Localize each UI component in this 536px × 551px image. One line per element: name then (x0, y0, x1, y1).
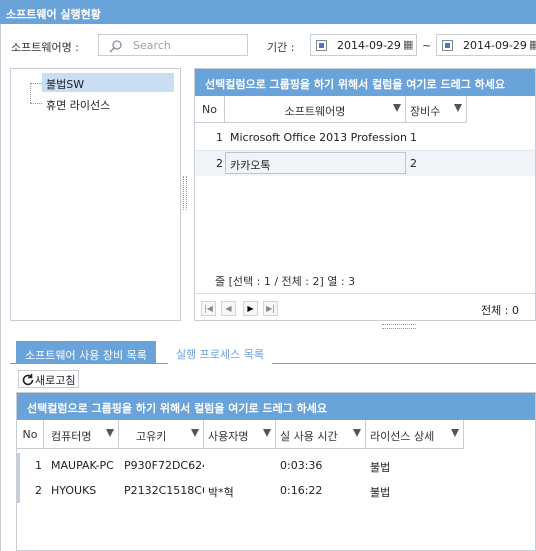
column-header-no[interactable]: No (17, 420, 44, 449)
filter-icon[interactable] (191, 429, 199, 437)
cell-no: 1 (35, 459, 42, 472)
filter-icon[interactable] (451, 429, 459, 437)
cell-user-name (208, 453, 274, 478)
cell-user-name: 박*혁 (208, 486, 234, 499)
cell-unique-key: P2132C1518C6 (124, 484, 204, 497)
date-separator: ~ (422, 39, 432, 52)
vertical-splitter[interactable] (183, 176, 189, 210)
pager-first-icon[interactable]: |◀ (201, 301, 216, 316)
column-header-computer-name[interactable]: 컴퓨터명 (44, 420, 119, 449)
search-input[interactable]: Search (98, 34, 248, 56)
date-to-value: 2014-09-29 (463, 39, 527, 52)
device-grid: 선택컬럼으로 그룹핑을 하기 위해서 컬럼을 여기로 드레그 하세요 No 컴퓨… (16, 392, 536, 551)
column-header-device-count[interactable]: 장비수 (406, 96, 467, 123)
cell-license-detail: 불법 (370, 461, 391, 474)
tree-connector (30, 83, 42, 84)
pager-prev-icon[interactable]: ◀ (221, 301, 236, 316)
cell-software-name: Microsoft Office 2013 Professional (230, 131, 406, 144)
tree-connector (30, 103, 42, 104)
column-header-license-detail[interactable]: 라이선스 상세 (366, 420, 464, 449)
refresh-icon (22, 374, 34, 386)
calendar-icon[interactable]: ▦ (529, 38, 536, 51)
window-title: 소프트웨어 실행현황 (0, 0, 536, 24)
date-from-picker[interactable]: 2014-09-29 ▦ (310, 34, 417, 56)
tab-strip: 소프트웨어 사용 장비 목록 실행 프로세스 목록 (10, 334, 536, 364)
cell-usage-time: 0:03:36 (280, 459, 323, 472)
horizontal-splitter[interactable] (382, 324, 416, 329)
date-to-checkbox[interactable] (442, 40, 453, 51)
filter-icon[interactable] (393, 104, 401, 112)
tree-item-dormant-license[interactable]: 휴면 라이선스 (42, 94, 114, 113)
tab-device-list[interactable]: 소프트웨어 사용 장비 목록 (16, 341, 156, 364)
cell-license-detail: 불법 (370, 486, 391, 499)
refresh-button[interactable]: 새로고침 (18, 370, 80, 388)
cell-no: 1 (216, 131, 223, 144)
cell-unique-key: P930F72DC624 (124, 459, 204, 472)
cell-device-count: 1 (410, 131, 417, 144)
date-from-value: 2014-09-29 (337, 39, 401, 52)
cell-usage-time: 0:16:22 (280, 484, 323, 497)
column-header-unique-key[interactable]: 고유키 (119, 420, 204, 449)
date-to-picker[interactable]: 2014-09-29 ▦ (436, 34, 536, 56)
column-header-usage-time[interactable]: 실 사용 시간 (276, 420, 366, 449)
search-bar: 소프트웨어명 : Search 기간 : 2014-09-29 ▦ ~ 2014… (1, 24, 536, 66)
column-header-user-name[interactable]: 사용자명 (204, 420, 276, 449)
cell-computer-name: MAUPAK-PC (51, 459, 114, 472)
refresh-label: 새로고침 (35, 374, 76, 387)
grid-status: 줄 [선택 : 1 / 전체 : 2] 열 : 3 (215, 275, 356, 288)
pager-next-icon[interactable]: ▶ (243, 301, 258, 316)
cell-no: 2 (35, 484, 42, 497)
cell-device-count: 2 (410, 157, 417, 170)
pager-last-icon[interactable]: ▶| (263, 301, 278, 316)
category-tree: 불법SW 휴면 라이선스 (10, 68, 181, 321)
cell-no: 2 (216, 157, 223, 170)
filter-icon[interactable] (106, 429, 114, 437)
search-icon (109, 40, 122, 53)
group-by-panel[interactable]: 선택컬럼으로 그룹핑을 하기 위해서 컬럼을 여기로 드레그 하세요 (17, 393, 535, 420)
pager: |◀ ◀ ▶ ▶| 전체 : 0 (195, 293, 535, 320)
column-header-software-name[interactable]: 소프트웨어명 (225, 96, 406, 123)
cell-computer-name: HYOUKS (51, 484, 97, 497)
period-label: 기간 : (267, 41, 295, 54)
filter-icon[interactable] (454, 104, 462, 112)
device-panel: 소프트웨어 사용 장비 목록 실행 프로세스 목록 새로고침 선택컬럼으로 그룹… (10, 334, 536, 551)
search-placeholder: Search (133, 39, 171, 52)
software-grid: 선택컬럼으로 그룹핑을 하기 위해서 컬럼을 여기로 드레그 하세요 No 소프… (194, 68, 536, 321)
date-from-checkbox[interactable] (316, 40, 327, 51)
cell-software-name: 카카오톡 (230, 159, 271, 172)
tree-connector (30, 83, 31, 103)
filter-icon[interactable] (353, 429, 361, 437)
column-header-no[interactable]: No (195, 96, 225, 123)
tab-process-list[interactable]: 실행 프로세스 목록 (168, 341, 272, 364)
calendar-icon[interactable]: ▦ (403, 38, 413, 51)
group-by-panel[interactable]: 선택컬럼으로 그룹핑을 하기 위해서 컬럼을 여기로 드레그 하세요 (195, 69, 535, 96)
filter-icon[interactable] (263, 429, 271, 437)
software-name-label: 소프트웨어명 : (11, 41, 79, 54)
tree-item-illegal-sw[interactable]: 불법SW (42, 73, 174, 92)
pager-total: 전체 : 0 (481, 304, 519, 317)
